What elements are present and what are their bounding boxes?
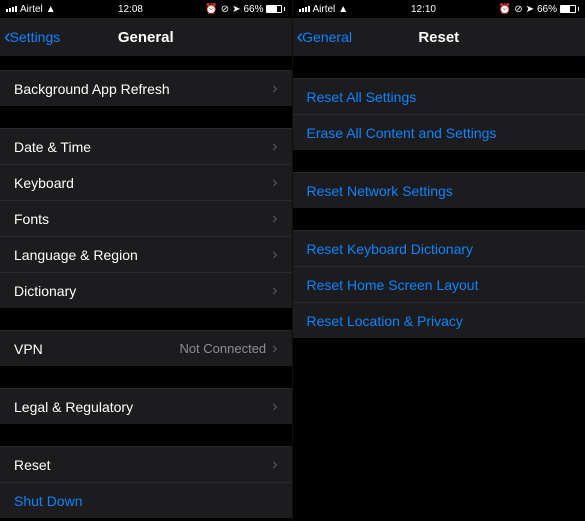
row-label: Reset All Settings <box>307 89 572 105</box>
row-label: Reset Home Screen Layout <box>307 277 572 293</box>
back-button[interactable]: ‹ Settings <box>0 27 60 47</box>
row-dictionary[interactable]: Dictionary › <box>0 272 292 308</box>
carrier-label: Airtel <box>313 4 336 15</box>
signal-icon <box>299 6 310 12</box>
chevron-right-icon: › <box>272 174 277 192</box>
chevron-right-icon: › <box>272 340 277 358</box>
back-label: Settings <box>10 29 61 45</box>
chevron-right-icon: › <box>272 398 277 416</box>
status-bar: Airtel ▲ 12:08 ⏰ ⊘ ➤ 66% <box>0 0 292 18</box>
row-label: Reset Location & Privacy <box>307 313 572 329</box>
row-erase-all-content[interactable]: Erase All Content and Settings <box>293 114 585 150</box>
rotation-lock-icon: ⊘ <box>514 4 522 15</box>
chevron-right-icon: › <box>272 138 277 156</box>
location-icon: ➤ <box>232 4 240 15</box>
back-button[interactable]: ‹ General <box>293 27 352 47</box>
status-bar: Airtel ▲ 12:10 ⏰ ⊘ ➤ 66% <box>293 0 585 18</box>
reset-list: Reset All Settings Erase All Content and… <box>293 56 585 521</box>
location-icon: ➤ <box>526 4 534 15</box>
row-label: Reset Keyboard Dictionary <box>307 241 572 257</box>
carrier-label: Airtel <box>20 4 43 15</box>
row-reset-location-privacy[interactable]: Reset Location & Privacy <box>293 302 585 338</box>
battery-icon <box>560 5 579 13</box>
alarm-icon: ⏰ <box>499 4 511 15</box>
wifi-icon: ▲ <box>46 4 56 15</box>
row-label: Keyboard <box>14 175 272 191</box>
chevron-right-icon: › <box>272 210 277 228</box>
nav-bar: ‹ Settings General <box>0 18 292 56</box>
row-background-app-refresh[interactable]: Background App Refresh › <box>0 70 292 106</box>
row-label: Shut Down <box>14 493 278 509</box>
row-shut-down[interactable]: Shut Down <box>0 482 292 518</box>
row-language-region[interactable]: Language & Region › <box>0 236 292 272</box>
row-reset[interactable]: Reset › <box>0 446 292 482</box>
row-label: Reset <box>14 457 272 473</box>
settings-list: Background App Refresh › Date & Time › K… <box>0 56 292 521</box>
row-vpn[interactable]: VPN Not Connected › <box>0 330 292 366</box>
wifi-icon: ▲ <box>338 4 348 15</box>
row-date-time[interactable]: Date & Time › <box>0 128 292 164</box>
row-reset-all-settings[interactable]: Reset All Settings <box>293 78 585 114</box>
row-label: Background App Refresh <box>14 81 272 97</box>
row-reset-keyboard-dictionary[interactable]: Reset Keyboard Dictionary <box>293 230 585 266</box>
row-legal-regulatory[interactable]: Legal & Regulatory › <box>0 388 292 424</box>
row-label: Date & Time <box>14 139 272 155</box>
chevron-right-icon: › <box>272 80 277 98</box>
back-label: General <box>302 29 352 45</box>
row-label: Fonts <box>14 211 272 227</box>
row-value: Not Connected <box>179 341 266 356</box>
row-label: Erase All Content and Settings <box>307 125 572 141</box>
alarm-icon: ⏰ <box>205 4 217 15</box>
screen-general: Airtel ▲ 12:08 ⏰ ⊘ ➤ 66% ‹ Settings Gene… <box>0 0 293 521</box>
chevron-right-icon: › <box>272 282 277 300</box>
row-keyboard[interactable]: Keyboard › <box>0 164 292 200</box>
row-label: Reset Network Settings <box>307 183 572 199</box>
status-time: 12:08 <box>118 4 143 15</box>
nav-bar: ‹ General Reset <box>293 18 585 56</box>
battery-icon <box>266 5 285 13</box>
chevron-right-icon: › <box>272 246 277 264</box>
row-label: VPN <box>14 341 179 357</box>
battery-text: 66% <box>243 4 263 15</box>
row-label: Language & Region <box>14 247 272 263</box>
row-reset-home-screen[interactable]: Reset Home Screen Layout <box>293 266 585 302</box>
battery-text: 66% <box>537 4 557 15</box>
status-time: 12:10 <box>411 4 436 15</box>
row-reset-network-settings[interactable]: Reset Network Settings <box>293 172 585 208</box>
signal-icon <box>6 6 17 12</box>
row-fonts[interactable]: Fonts › <box>0 200 292 236</box>
chevron-right-icon: › <box>272 456 277 474</box>
row-label: Dictionary <box>14 283 272 299</box>
rotation-lock-icon: ⊘ <box>221 4 229 15</box>
screen-reset: Airtel ▲ 12:10 ⏰ ⊘ ➤ 66% ‹ General Reset… <box>293 0 585 521</box>
row-label: Legal & Regulatory <box>14 399 272 415</box>
